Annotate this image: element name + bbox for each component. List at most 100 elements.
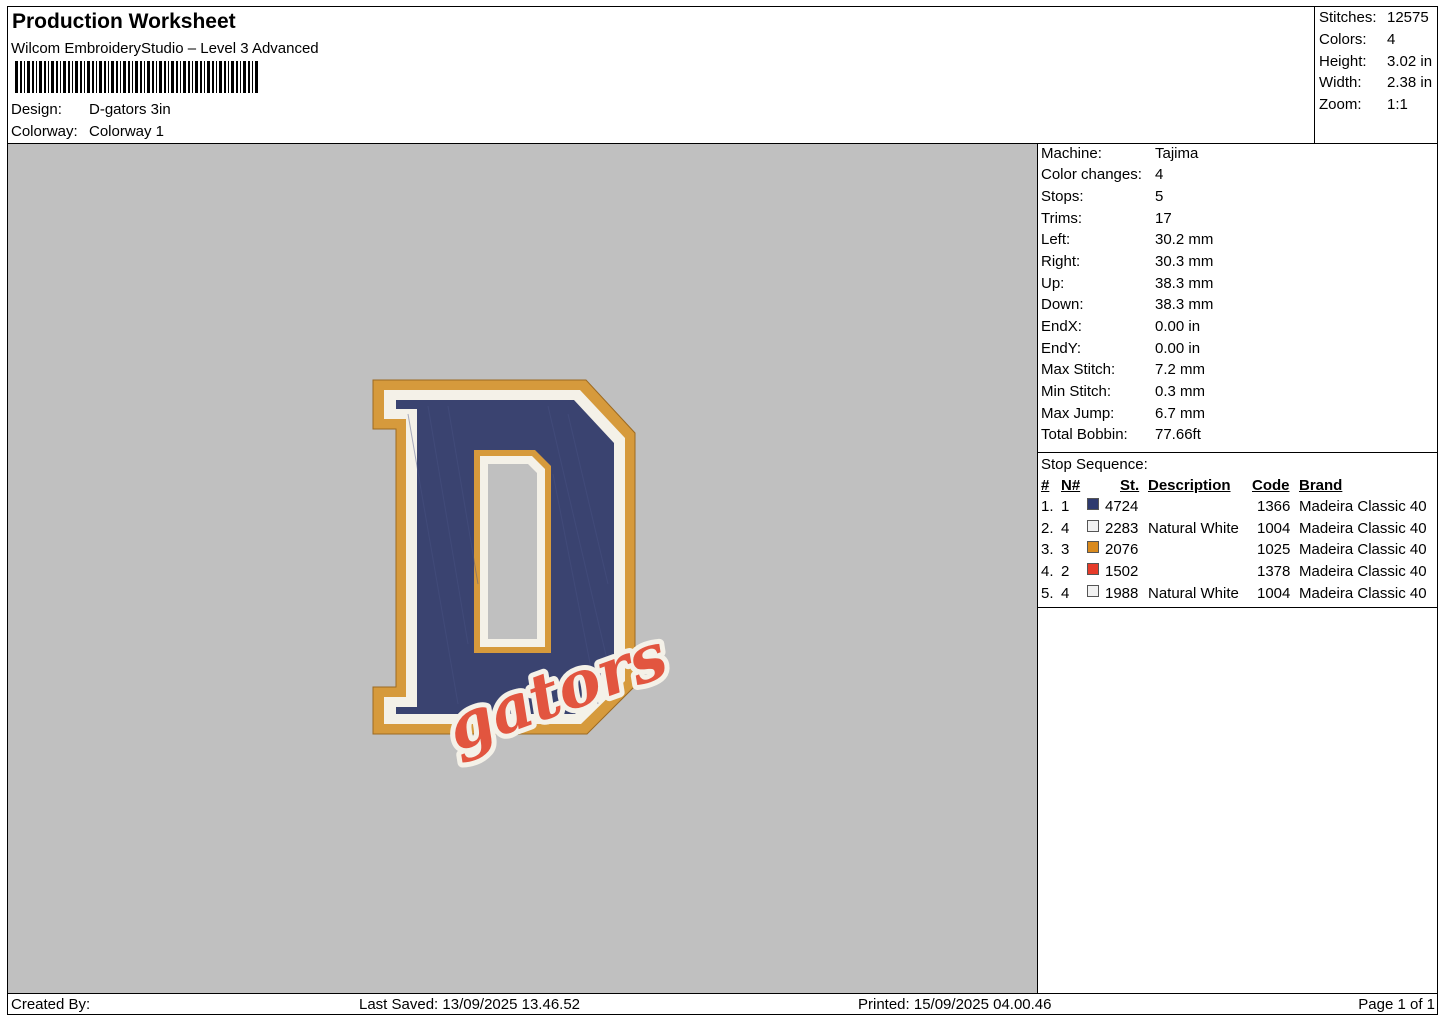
table-row: 3. 3 2076 1025 Madeira Classic 40 — [1038, 541, 1438, 563]
barcode-bar — [87, 61, 90, 93]
barcode-bar — [200, 61, 202, 93]
cell-code: 1366 — [1257, 498, 1291, 515]
barcode-bar — [75, 61, 78, 93]
thread-color-swatch — [1087, 498, 1099, 510]
stat-label: Colors: — [1319, 31, 1367, 48]
col-header-stitches: St. — [1120, 477, 1140, 494]
barcode-bar — [123, 61, 126, 93]
info-label: Min Stitch: — [1041, 383, 1112, 400]
cell-code: 1004 — [1257, 520, 1291, 537]
stat-value: 2.38 in — [1387, 74, 1433, 91]
stop-sequence-title: Stop Sequence: — [1041, 456, 1148, 473]
barcode-bar — [60, 61, 61, 93]
min-stitch-row: Min Stitch: 0.3 mm — [1041, 383, 1205, 400]
table-row: 4. 2 1502 1378 Madeira Classic 40 — [1038, 563, 1438, 585]
info-label: Trims: — [1041, 210, 1083, 227]
barcode-bar — [168, 61, 169, 93]
thread-color-swatch — [1087, 585, 1099, 597]
barcode-bar — [183, 61, 186, 93]
barcode-bar — [171, 61, 174, 93]
barcode-bar — [80, 61, 82, 93]
letter-d-counter-bg — [488, 464, 537, 639]
trims-row: Trims: 17 — [1041, 210, 1172, 227]
cell-description: Natural White — [1148, 520, 1239, 537]
barcode-bar — [252, 61, 253, 93]
cell-stitches: 1988 — [1105, 585, 1139, 602]
down-row: Down: 38.3 mm — [1041, 296, 1213, 313]
barcode-bar — [255, 61, 258, 93]
colorway-value: Colorway 1 — [89, 123, 165, 140]
barcode-bar — [63, 61, 66, 93]
info-divider — [1038, 452, 1438, 453]
cell-brand: Madeira Classic 40 — [1299, 541, 1427, 558]
cell-num: 3. — [1041, 541, 1054, 558]
info-value: 0.00 in — [1155, 318, 1201, 335]
stat-width: Width: 2.38 in — [1319, 74, 1432, 91]
barcode-bar — [159, 61, 162, 93]
thread-color-swatch — [1087, 520, 1099, 532]
barcode-bar — [72, 61, 73, 93]
cell-stitches: 1502 — [1105, 563, 1139, 580]
barcode-bar — [224, 61, 226, 93]
design-preview: gators gators — [8, 144, 1038, 993]
barcode-bar — [92, 61, 94, 93]
info-label: Right: — [1041, 253, 1081, 270]
stat-value: 4 — [1387, 31, 1396, 48]
barcode-bar — [32, 61, 34, 93]
barcode-bar — [96, 61, 97, 93]
stat-value: 3.02 in — [1387, 53, 1433, 70]
stat-label: Stitches: — [1319, 9, 1377, 26]
colorway-label: Colorway: — [11, 123, 78, 140]
total-bobbin-row: Total Bobbin: 77.66ft — [1041, 426, 1201, 443]
design-row: Design: D-gators 3in — [11, 101, 171, 118]
cell-stitches: 2076 — [1105, 541, 1139, 558]
barcode-bar — [27, 61, 30, 93]
info-value: 5 — [1155, 188, 1164, 205]
barcode-bar — [231, 61, 234, 93]
barcode-bar — [147, 61, 150, 93]
info-label: Max Jump: — [1041, 405, 1115, 422]
cell-brand: Madeira Classic 40 — [1299, 585, 1427, 602]
barcode-bar — [15, 61, 18, 93]
barcode-bar — [188, 61, 190, 93]
info-label: Machine: — [1041, 145, 1102, 162]
info-value: 30.2 mm — [1155, 231, 1214, 248]
info-label: Max Stitch: — [1041, 361, 1116, 378]
stat-colors: Colors: 4 — [1319, 31, 1395, 48]
stat-label: Zoom: — [1319, 96, 1362, 113]
col-header-num: # — [1041, 477, 1050, 494]
barcode-bar — [228, 61, 229, 93]
info-value: 38.3 mm — [1155, 275, 1214, 292]
barcode-bar — [111, 61, 114, 93]
info-label: Down: — [1041, 296, 1084, 313]
stat-value: 1:1 — [1387, 96, 1408, 113]
barcode-bar — [56, 61, 58, 93]
cell-code: 1004 — [1257, 585, 1291, 602]
color-changes-row: Color changes: 4 — [1041, 166, 1163, 183]
barcode-bar — [176, 61, 178, 93]
barcode-bar — [164, 61, 166, 93]
barcode-bar — [212, 61, 214, 93]
barcode-bar — [84, 61, 85, 93]
barcode-bar — [128, 61, 130, 93]
stat-label: Height: — [1319, 53, 1367, 70]
barcode-bar — [44, 61, 46, 93]
barcode-bar — [240, 61, 241, 93]
barcode-bar — [68, 61, 70, 93]
barcode-bar — [248, 61, 250, 93]
info-label: EndY: — [1041, 340, 1082, 357]
cell-stitches: 4724 — [1105, 498, 1139, 515]
cell-brand: Madeira Classic 40 — [1299, 563, 1427, 580]
stitch-stats: Stitches: 12575 Colors: 4 Height: 3.02 in W… — [1314, 7, 1439, 144]
cell-num: 5. — [1041, 585, 1054, 602]
thread-color-swatch — [1087, 541, 1099, 553]
worksheet-header: Production Worksheet Wilcom EmbroiderySt… — [8, 7, 1314, 144]
page-number: Page 1 of 1 — [1358, 996, 1435, 1013]
barcode-bar — [108, 61, 109, 93]
col-header-code: Code — [1252, 477, 1290, 494]
worksheet-footer: Created By: Last Saved: 13/09/2025 13.46… — [8, 993, 1438, 1016]
info-value: 30.3 mm — [1155, 253, 1214, 270]
barcode-bar — [116, 61, 118, 93]
cell-num: 2. — [1041, 520, 1054, 537]
endy-row: EndY: 0.00 in — [1041, 340, 1200, 357]
